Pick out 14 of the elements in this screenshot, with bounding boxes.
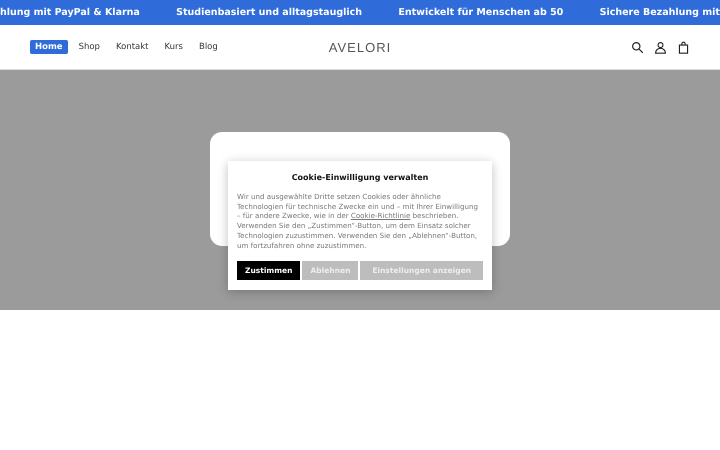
nav-link[interactable]: Kontakt — [110, 40, 154, 54]
announcement-text: hlung mit PayPal & Klarna — [0, 7, 140, 18]
user-icon[interactable] — [654, 40, 667, 54]
shopping-bag-icon[interactable] — [677, 40, 690, 54]
announcement-text: Entwickelt für Menschen ab 50 — [398, 7, 564, 18]
announcement-text: Studienbasiert und alltagstauglich — [176, 7, 362, 18]
announcement-text: Sichere Bezahlung mit — [600, 7, 720, 18]
search-icon[interactable] — [631, 40, 644, 54]
nav-link[interactable]: Kurs — [160, 40, 188, 54]
nav-link[interactable]: Blog — [194, 40, 223, 54]
nav-link[interactable]: Shop — [74, 40, 105, 54]
logo[interactable]: AVELORI — [328, 40, 392, 54]
dialog-title: Cookie-Einwilligung verwalten — [290, 173, 430, 182]
nav-link[interactable]: Home — [30, 40, 68, 54]
